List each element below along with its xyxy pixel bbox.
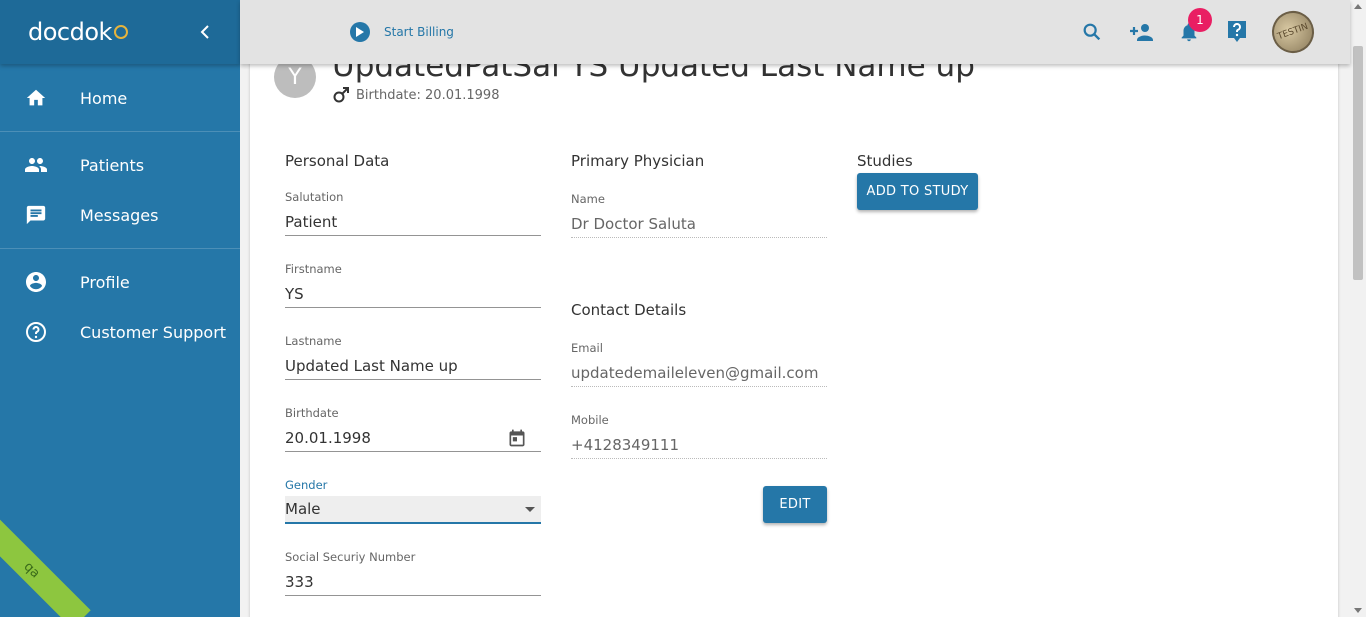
ssn-input[interactable]: 333 (285, 568, 541, 596)
ssn-field[interactable]: Social Securiy Number 333 (285, 550, 541, 596)
scroll-down-icon[interactable] (1354, 608, 1362, 613)
primary-physician-title: Primary Physician (571, 152, 705, 170)
field-label: Social Securiy Number (285, 550, 416, 564)
sidebar-item-patients[interactable]: Patients (0, 140, 240, 190)
email-field: Email updatedemaileleven@gmail.com (571, 341, 827, 387)
studies-title: Studies (857, 152, 913, 170)
chevron-down-icon (525, 506, 535, 512)
divider (0, 131, 240, 132)
sidebar-header: docdok (0, 0, 240, 64)
chevron-left-icon (200, 25, 209, 39)
contact-details-title: Contact Details (571, 301, 687, 319)
divider (0, 248, 240, 249)
male-icon (333, 87, 349, 103)
add-patient-button[interactable] (1128, 20, 1156, 44)
notification-count-badge: 1 (1188, 8, 1212, 32)
mobile-field: Mobile +4128349111 (571, 413, 827, 459)
page-scrollbar[interactable] (1350, 0, 1366, 617)
start-billing-label: Start Billing (384, 25, 454, 39)
patient-detail-card: Y UpdatedPatSal YS Updated Last Name up … (250, 30, 1338, 617)
start-billing-button[interactable]: Start Billing (350, 22, 454, 42)
lastname-input[interactable]: Updated Last Name up (285, 352, 541, 380)
field-label: Salutation (285, 190, 344, 204)
field-label: Email (571, 341, 603, 355)
salutation-field[interactable]: Salutation Patient (285, 190, 541, 236)
personal-data-title: Personal Data (285, 152, 390, 170)
top-bar: Start Billing 1 TESTIN (240, 0, 1350, 64)
sidebar: docdok Home Patients Messages Profile Cu… (0, 0, 240, 617)
lastname-field[interactable]: Lastname Updated Last Name up (285, 334, 541, 380)
add-to-study-button[interactable]: ADD TO STUDY (857, 173, 978, 210)
firstname-field[interactable]: Firstname YS (285, 262, 541, 308)
field-label: Firstname (285, 262, 342, 276)
user-avatar[interactable]: TESTIN (1266, 5, 1320, 59)
search-icon (1083, 23, 1101, 41)
play-icon (350, 22, 370, 42)
scroll-thumb[interactable] (1353, 46, 1363, 280)
sidebar-item-label: Customer Support (80, 322, 227, 342)
field-label: Lastname (285, 334, 342, 348)
home-icon (26, 89, 46, 106)
help-button[interactable] (1225, 20, 1249, 44)
birthdate-input[interactable]: 20.01.1998 (285, 424, 541, 452)
field-label: Birthdate (285, 406, 339, 420)
sidebar-item-messages[interactable]: Messages (0, 190, 240, 240)
sidebar-item-customer-support[interactable]: Customer Support (0, 307, 240, 357)
sidebar-item-profile[interactable]: Profile (0, 257, 240, 307)
sidebar-item-label: Profile (80, 272, 130, 292)
gender-field[interactable]: Gender Male (285, 478, 541, 524)
logo-mark-icon (113, 25, 128, 39)
sidebar-item-label: Patients (80, 155, 145, 175)
field-label: Gender (285, 478, 328, 492)
collapse-sidebar-button[interactable] (196, 22, 214, 42)
firstname-input[interactable]: YS (285, 280, 541, 308)
physician-name-field: Name Dr Doctor Saluta (571, 192, 827, 238)
docdok-logo[interactable]: docdok (28, 18, 128, 46)
people-icon (25, 158, 47, 172)
scroll-up-icon[interactable] (1354, 4, 1362, 9)
account-circle-icon (26, 272, 46, 292)
field-label: Name (571, 192, 605, 206)
patient-birthdate-line: Birthdate: 20.01.1998 (332, 86, 499, 104)
sidebar-item-label: Messages (80, 205, 159, 225)
gender-select[interactable]: Male (285, 496, 541, 524)
email-value: updatedemaileleven@gmail.com (571, 359, 827, 387)
environment-ribbon: qa (0, 511, 91, 617)
search-button[interactable] (1080, 20, 1104, 44)
help-circle-icon (26, 322, 46, 342)
sidebar-nav: Home Patients Messages Profile Customer … (0, 73, 240, 357)
message-icon (26, 205, 46, 225)
mobile-value: +4128349111 (571, 431, 827, 459)
sidebar-item-home[interactable]: Home (0, 73, 240, 123)
salutation-input[interactable]: Patient (285, 208, 541, 236)
birthdate-field[interactable]: Birthdate 20.01.1998 (285, 406, 541, 452)
person-add-icon (1130, 24, 1153, 41)
calendar-icon[interactable] (507, 428, 527, 448)
field-label: Mobile (571, 413, 609, 427)
physician-name-value: Dr Doctor Saluta (571, 210, 827, 238)
edit-button[interactable]: EDIT (763, 486, 827, 523)
help-icon (1228, 21, 1246, 42)
sidebar-item-label: Home (80, 88, 128, 108)
